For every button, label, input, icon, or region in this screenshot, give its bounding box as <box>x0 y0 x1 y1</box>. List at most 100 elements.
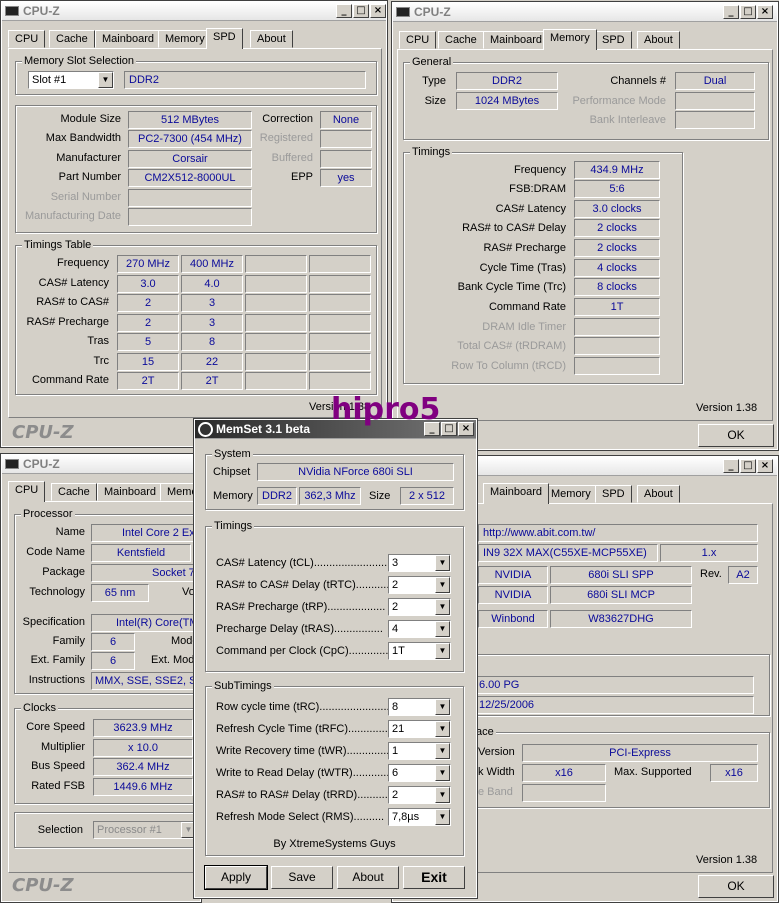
rms-select[interactable]: 7,8µs ▼ <box>388 808 451 826</box>
trp-select[interactable]: 2 ▼ <box>388 598 451 616</box>
apply-button[interactable]: Apply <box>204 865 268 890</box>
cpuz-memory-window: CPU-Z _ □ × CPU Cache Mainboard Memory S… <box>391 1 779 451</box>
tab-cache[interactable]: Cache <box>49 30 95 48</box>
cpc-select[interactable]: 1T ▼ <box>388 642 451 660</box>
twtr-select[interactable]: 6 ▼ <box>388 764 451 782</box>
chevron-down-icon[interactable]: ▼ <box>435 699 450 715</box>
close-icon[interactable]: × <box>757 5 773 19</box>
tab-cpu[interactable]: CPU <box>8 30 46 48</box>
serial-number-value <box>128 189 252 207</box>
close-icon[interactable]: × <box>757 459 773 473</box>
timing-col4-empty <box>309 294 371 312</box>
tab-memory[interactable]: Memory <box>158 30 212 48</box>
command-rate-value: 1T <box>574 298 660 316</box>
tab-about[interactable]: About <box>637 485 680 503</box>
exit-button[interactable]: Exit <box>403 866 465 889</box>
about-button[interactable]: About <box>337 866 399 889</box>
chevron-down-icon[interactable]: ▼ <box>435 621 450 637</box>
chevron-down-icon[interactable]: ▼ <box>435 743 450 759</box>
tras-select[interactable]: 4 ▼ <box>388 620 451 638</box>
chevron-down-icon[interactable]: ▼ <box>435 809 450 825</box>
cas-latency-value: 3.0 clocks <box>574 200 660 218</box>
chevron-down-icon[interactable]: ▼ <box>435 555 450 571</box>
type-label: Type <box>422 75 446 87</box>
minimize-icon[interactable]: _ <box>723 5 739 19</box>
ok-button[interactable]: OK <box>698 875 774 898</box>
processor-select[interactable]: Processor #1 ▼ <box>93 821 197 839</box>
tab-mainboard[interactable]: Mainboard <box>97 483 163 501</box>
cpuz-app-icon <box>396 7 410 17</box>
trfc-label: Refresh Cycle Time (tRFC)............... <box>216 723 394 735</box>
tab-memory[interactable]: Memory <box>543 29 597 50</box>
tab-mainboard[interactable]: Mainboard <box>95 30 161 48</box>
size-value: 1024 MBytes <box>456 92 558 110</box>
timing-col2-frequency: 400 MHz <box>181 255 243 273</box>
chevron-down-icon[interactable]: ▼ <box>435 721 450 737</box>
chevron-down-icon[interactable]: ▼ <box>435 765 450 781</box>
tab-spd[interactable]: SPD <box>206 28 243 49</box>
chevron-down-icon[interactable]: ▼ <box>435 599 450 615</box>
timing-col4-empty <box>309 314 371 332</box>
southbridge-vendor: NVIDIA <box>478 586 548 604</box>
ok-button[interactable]: OK <box>698 424 774 447</box>
chevron-down-icon[interactable]: ▼ <box>98 72 113 88</box>
cpuz-spd-window: CPU-Z _ □ × CPU Cache Mainboard Memory S… <box>0 0 388 448</box>
trc-select[interactable]: 8 ▼ <box>388 698 451 716</box>
tab-about[interactable]: About <box>637 31 680 49</box>
bank-cycle-time-value: 8 clocks <box>574 278 660 296</box>
maximize-icon[interactable]: □ <box>353 4 369 18</box>
title-bar[interactable]: CPU-Z _ □ × <box>393 3 777 22</box>
tab-mainboard[interactable]: Mainboard <box>483 31 549 49</box>
total-cas-label: Total CAS# (tRDRAM) <box>457 340 566 352</box>
trfc-select[interactable]: 21 ▼ <box>388 720 451 738</box>
twr-label: Write Recovery time (tWR).............. <box>216 745 390 757</box>
maximize-icon[interactable]: □ <box>740 5 756 19</box>
size-value: 2 x 512 <box>400 487 454 505</box>
trrd-select[interactable]: 2 ▼ <box>388 786 451 804</box>
timing-col3-empty <box>245 314 307 332</box>
tab-cache[interactable]: Cache <box>51 483 97 501</box>
minimize-icon[interactable]: _ <box>723 459 739 473</box>
tab-mainboard[interactable]: Mainboard <box>483 483 549 504</box>
slot-select[interactable]: Slot #1 ▼ <box>28 71 114 89</box>
chevron-down-icon[interactable]: ▼ <box>435 577 450 593</box>
trtc-select[interactable]: 2 ▼ <box>388 576 451 594</box>
timing-col1-ras-cas: 2 <box>117 294 179 312</box>
gi-version-value: PCI-Express <box>522 744 758 762</box>
tab-spd[interactable]: SPD <box>595 485 632 503</box>
cpc-label: Command per Clock (CpC).............. <box>216 645 392 657</box>
lpc-model: W83627DHG <box>550 610 692 628</box>
chevron-down-icon[interactable]: ▼ <box>435 787 450 803</box>
window-title: CPU-Z <box>414 5 451 19</box>
timing-col4-empty <box>309 372 371 390</box>
module-size-value: 512 MBytes <box>128 111 252 129</box>
tab-cpu[interactable]: CPU <box>399 31 437 49</box>
tab-memory[interactable]: Memory <box>544 485 598 503</box>
tab-cache[interactable]: Cache <box>438 31 484 49</box>
minimize-icon[interactable]: _ <box>336 4 352 18</box>
tab-spd[interactable]: SPD <box>595 31 632 49</box>
tab-about[interactable]: About <box>250 30 293 48</box>
maximize-icon[interactable]: □ <box>441 422 457 436</box>
title-bar[interactable]: CPU-Z _ □ × <box>2 2 386 21</box>
ext-family-value: 6 <box>91 652 135 670</box>
package-value: Socket 7 <box>91 564 200 582</box>
multiplier-label: Multiplier <box>40 741 85 753</box>
bus-speed-label: Bus Speed <box>31 760 85 772</box>
chevron-down-icon[interactable]: ▼ <box>435 643 450 659</box>
close-icon[interactable]: × <box>370 4 386 18</box>
twr-select[interactable]: 1 ▼ <box>388 742 451 760</box>
timing-col1-ras-precharge: 2 <box>117 314 179 332</box>
tab-cpu[interactable]: CPU <box>8 481 46 502</box>
ext-model-label-partial: Ext. Mod <box>151 654 195 666</box>
tras-label: Precharge Delay (tRAS)................ <box>216 623 383 635</box>
row-to-column-label: Row To Column (tRCD) <box>451 360 566 372</box>
title-bar[interactable]: CPU-Z <box>2 455 200 474</box>
timing-col1-cas: 3.0 <box>117 275 179 293</box>
part-number-value: CM2X512-8000UL <box>128 169 252 187</box>
cpuz-app-icon <box>5 6 19 16</box>
close-icon[interactable]: × <box>458 422 474 436</box>
tcl-select[interactable]: 3 ▼ <box>388 554 451 572</box>
maximize-icon[interactable]: □ <box>740 459 756 473</box>
save-button[interactable]: Save <box>271 866 333 889</box>
